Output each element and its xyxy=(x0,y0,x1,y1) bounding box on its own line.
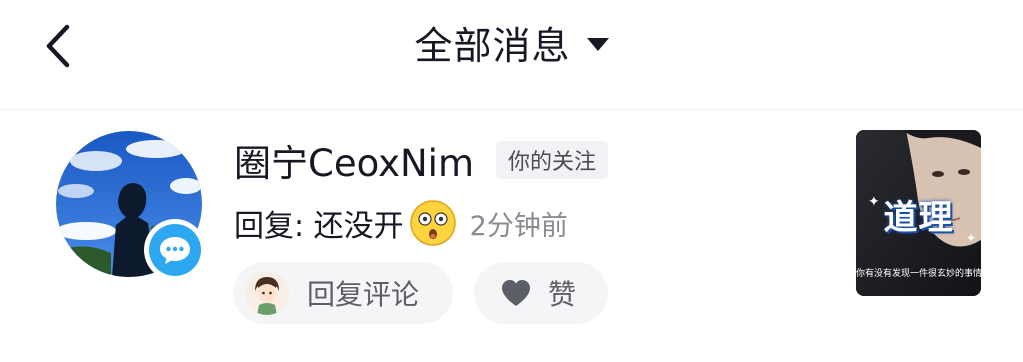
reply-comment-button[interactable]: 回复评论 xyxy=(233,262,453,324)
heart-icon xyxy=(502,280,530,306)
astonished-face-emoji xyxy=(409,200,456,246)
reply-comment-label: 回复评论 xyxy=(307,278,420,311)
message-badge xyxy=(144,219,206,281)
caret-down-icon xyxy=(586,37,609,51)
thumbnail-caption: 你有没有发现一件很玄妙的事情 xyxy=(856,269,981,279)
title-dropdown[interactable]: 全部消息 xyxy=(0,14,1023,70)
chat-bubble-icon xyxy=(160,237,190,264)
reply-text: 回复: 还没开 xyxy=(234,209,404,244)
like-button[interactable]: 赞 xyxy=(474,262,608,324)
username[interactable]: 圈宁CeoxNim xyxy=(234,133,474,187)
video-thumbnail[interactable]: ✦ ✦ 道理 你有没有发现一件很玄妙的事情 xyxy=(856,130,981,296)
like-label: 赞 xyxy=(548,278,577,311)
timestamp: 2分钟前 xyxy=(469,210,568,242)
reply-row: 回复: 还没开 2分钟前 xyxy=(234,198,568,248)
thumbnail-title: 道理 xyxy=(883,198,954,238)
name-row: 圈宁CeoxNim 你的关注 xyxy=(234,133,609,187)
header: 全部消息 xyxy=(0,0,1023,110)
page-title: 全部消息 xyxy=(414,23,571,68)
follow-tag: 你的关注 xyxy=(496,141,609,179)
my-avatar xyxy=(245,271,289,315)
